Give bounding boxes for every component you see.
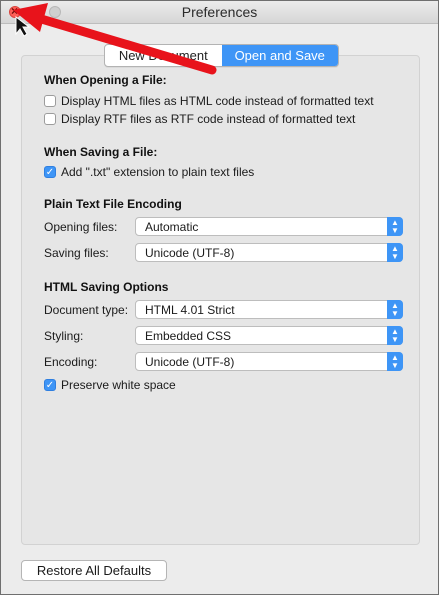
display-html-label: Display HTML files as HTML code instead … [61, 94, 374, 108]
checkbox-box[interactable] [44, 95, 56, 107]
opening-files-select[interactable]: Automatic ▲ ▼ [135, 217, 403, 236]
saving-files-label: Saving files: [44, 246, 109, 260]
document-type-select[interactable]: HTML 4.01 Strict ▲ ▼ [135, 300, 403, 319]
title-bar[interactable]: Preferences [1, 1, 438, 24]
encoding-select[interactable]: Unicode (UTF-8) ▲ ▼ [135, 352, 403, 371]
popup-chevrons-icon: ▲ ▼ [387, 217, 403, 236]
saving-files-select[interactable]: Unicode (UTF-8) ▲ ▼ [135, 243, 403, 262]
display-html-checkbox[interactable]: Display HTML files as HTML code instead … [44, 93, 374, 109]
document-type-label: Document type: [44, 303, 129, 317]
popup-chevrons-icon: ▲ ▼ [387, 300, 403, 319]
styling-value: Embedded CSS [145, 328, 232, 343]
saving-heading: When Saving a File: [44, 145, 158, 159]
add-txt-checkbox[interactable]: ✓ Add ".txt" extension to plain text fil… [44, 164, 254, 180]
window-title: Preferences [181, 4, 258, 20]
saving-files-value: Unicode (UTF-8) [145, 245, 235, 260]
checkmark-icon[interactable]: ✓ [44, 166, 56, 178]
tab-open-and-save[interactable]: Open and Save [221, 45, 338, 66]
preserve-white-space-label: Preserve white space [61, 378, 176, 392]
preferences-window: Preferences New Document Open and Save W… [0, 0, 439, 595]
add-txt-label: Add ".txt" extension to plain text files [61, 165, 255, 179]
styling-label: Styling: [44, 329, 84, 343]
popup-chevrons-icon: ▲ ▼ [387, 243, 403, 262]
opening-files-label: Opening files: [44, 220, 118, 234]
popup-chevrons-icon: ▲ ▼ [387, 326, 403, 345]
tab-new-document[interactable]: New Document [105, 45, 222, 66]
opening-heading: When Opening a File: [44, 73, 167, 87]
styling-select[interactable]: Embedded CSS ▲ ▼ [135, 326, 403, 345]
tab-control: New Document Open and Save [104, 44, 339, 67]
checkmark-icon[interactable]: ✓ [44, 379, 56, 391]
opening-files-value: Automatic [145, 219, 199, 234]
preserve-white-space-checkbox[interactable]: ✓ Preserve white space [44, 377, 176, 393]
document-type-value: HTML 4.01 Strict [145, 302, 235, 317]
restore-defaults-button[interactable]: Restore All Defaults [21, 560, 167, 581]
encoding-value: Unicode (UTF-8) [145, 354, 235, 369]
checkbox-box[interactable] [44, 113, 56, 125]
encoding-heading: Plain Text File Encoding [44, 197, 182, 211]
display-rtf-label: Display RTF files as RTF code instead of… [61, 112, 356, 126]
display-rtf-checkbox[interactable]: Display RTF files as RTF code instead of… [44, 111, 355, 127]
popup-chevrons-icon: ▲ ▼ [387, 352, 403, 371]
encoding-label: Encoding: [44, 355, 98, 369]
html-heading: HTML Saving Options [44, 280, 169, 294]
